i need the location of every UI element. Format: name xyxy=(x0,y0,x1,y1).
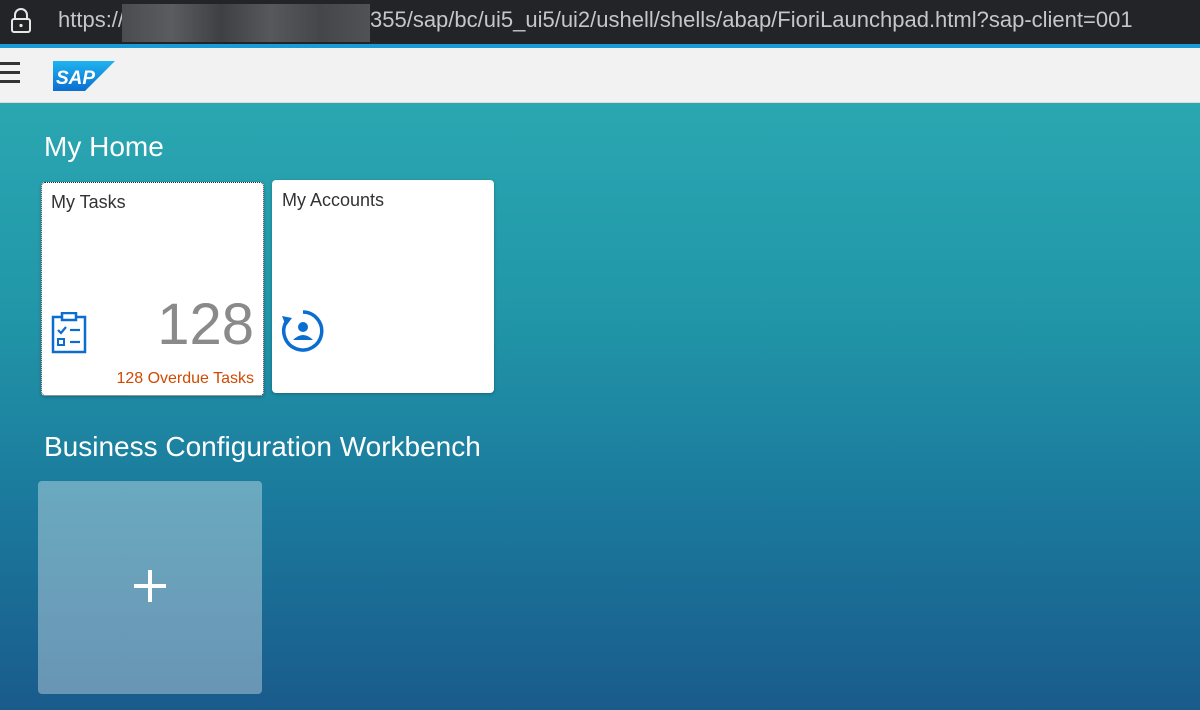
tile-my-accounts[interactable]: My Accounts xyxy=(272,180,494,393)
url-prefix[interactable]: https:// xyxy=(58,6,124,34)
url-path[interactable]: 355/sap/bc/ui5_ui5/ui2/ushell/shells/aba… xyxy=(370,6,1133,34)
group-title-business-configuration-workbench: Business Configuration Workbench xyxy=(44,431,481,462)
hamburger-menu-icon[interactable] xyxy=(0,60,22,88)
tile-my-tasks[interactable]: My Tasks 128 128 Overdue Tasks xyxy=(41,182,264,396)
page: https:// 355/sap/bc/ui5_ui5/ui2/ushell/s… xyxy=(0,0,1200,710)
task-count: 128 xyxy=(157,292,254,357)
task-clipboard-icon xyxy=(51,312,87,354)
tile-title: My Accounts xyxy=(282,190,385,210)
launchpad-content: My Home My Tasks 128 128 Overdue Tasks M… xyxy=(0,103,1200,710)
account-refresh-icon xyxy=(282,310,324,352)
lock-icon xyxy=(11,8,31,33)
browser-address-bar[interactable]: https:// 355/sap/bc/ui5_ui5/ui2/ushell/s… xyxy=(0,0,1200,44)
url-redacted-segment xyxy=(122,4,370,42)
shell-header: SAP xyxy=(0,48,1200,103)
add-tile-button[interactable] xyxy=(38,481,262,694)
overdue-tasks-label: 128 Overdue Tasks xyxy=(116,370,254,387)
svg-text:SAP: SAP xyxy=(56,68,95,89)
sap-logo[interactable]: SAP xyxy=(53,61,115,91)
plus-icon xyxy=(134,570,166,602)
group-title-my-home: My Home xyxy=(44,131,164,162)
tile-title: My Tasks xyxy=(51,192,126,212)
